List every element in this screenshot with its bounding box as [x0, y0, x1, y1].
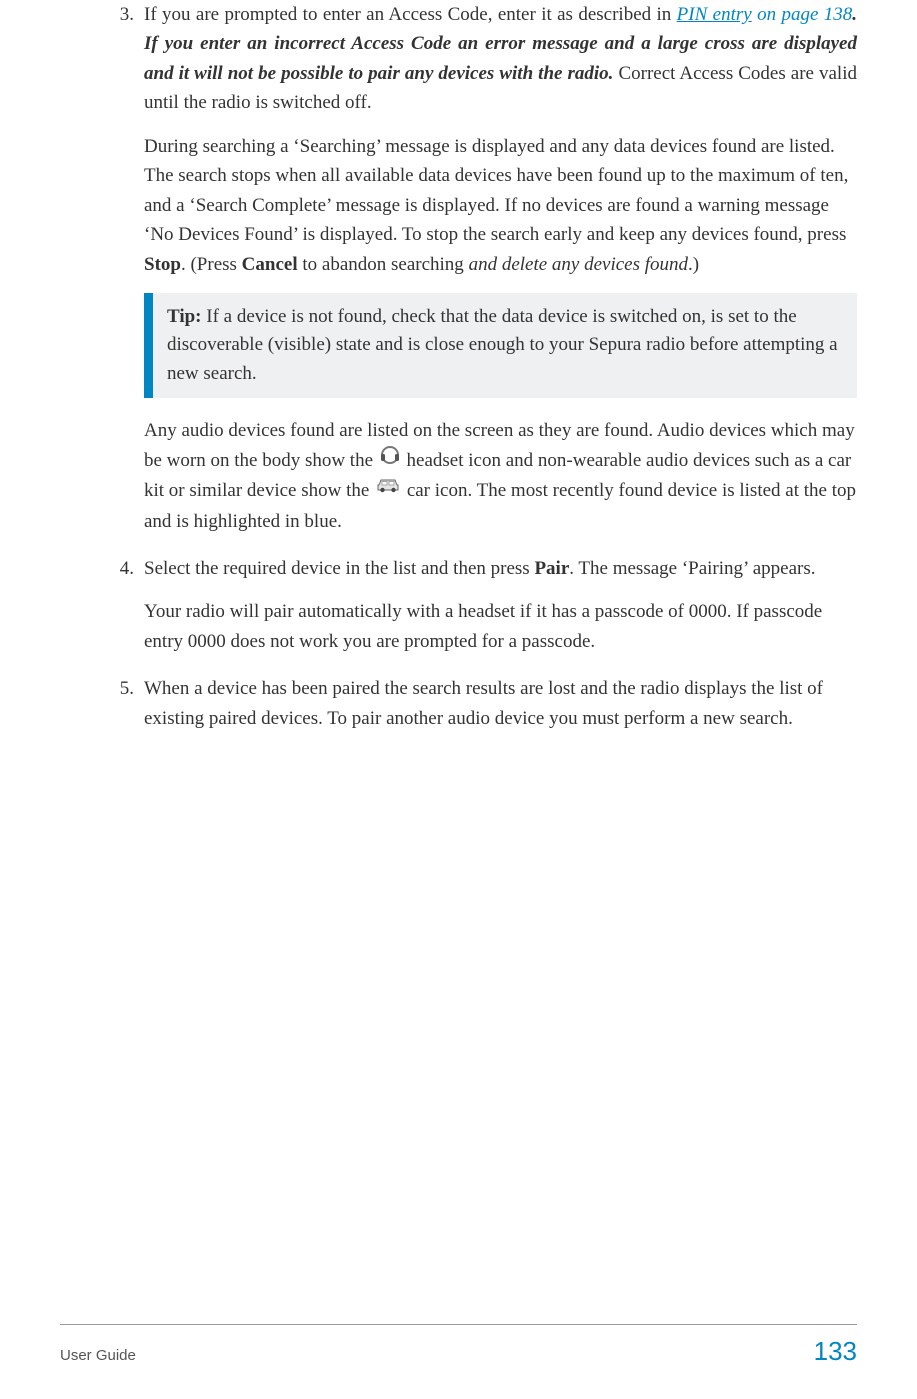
link-page: on page 138 — [752, 4, 853, 25]
text: Select the required device in the list a… — [144, 558, 534, 579]
car-icon — [376, 475, 400, 504]
steps-list: 3. If you are prompted to enter an Acces… — [108, 0, 857, 733]
tip-body: If a device is not found, check that the… — [167, 306, 838, 384]
text: to abandon searching — [298, 254, 469, 275]
footer-left: User Guide — [60, 1344, 136, 1367]
step-3-number: 3. — [108, 0, 134, 29]
stop-label: Stop — [144, 254, 181, 275]
step-3-para-1: If you are prompted to enter an Access C… — [144, 0, 857, 118]
step-4: 4. Select the required device in the lis… — [108, 554, 857, 656]
step-5-para-1: When a device has been paired the search… — [144, 674, 857, 733]
headset-icon — [380, 445, 400, 474]
tip-label: Tip: — [167, 306, 202, 327]
text: . (Press — [181, 254, 242, 275]
tip-box: Tip: If a device is not found, check tha… — [144, 293, 857, 399]
text: .) — [688, 254, 699, 275]
cancel-label: Cancel — [242, 254, 298, 275]
pin-entry-link[interactable]: PIN entry — [677, 4, 752, 25]
page-footer: User Guide 133 — [60, 1324, 857, 1371]
text: During searching a ‘Searching’ message i… — [144, 136, 848, 245]
step-4-para-2: Your radio will pair automatically with … — [144, 597, 857, 656]
step-4-para-1: Select the required device in the list a… — [144, 554, 857, 583]
page: 3. If you are prompted to enter an Acces… — [0, 0, 917, 1399]
step-3: 3. If you are prompted to enter an Acces… — [108, 0, 857, 536]
step-3-para-2: During searching a ‘Searching’ message i… — [144, 132, 857, 279]
text: If you are prompted to enter an Access C… — [144, 4, 677, 25]
pair-label: Pair — [534, 558, 569, 579]
step-4-number: 4. — [108, 554, 134, 583]
page-number: 133 — [814, 1331, 857, 1371]
italic-text: and delete any devices found — [469, 254, 688, 275]
step-5-number: 5. — [108, 674, 134, 703]
link-text: PIN entry — [677, 4, 752, 25]
text: . The message ‘Pairing’ appears. — [569, 558, 815, 579]
step-3-para-3: Any audio devices found are listed on th… — [144, 416, 857, 536]
step-5: 5. When a device has been paired the sea… — [108, 674, 857, 733]
